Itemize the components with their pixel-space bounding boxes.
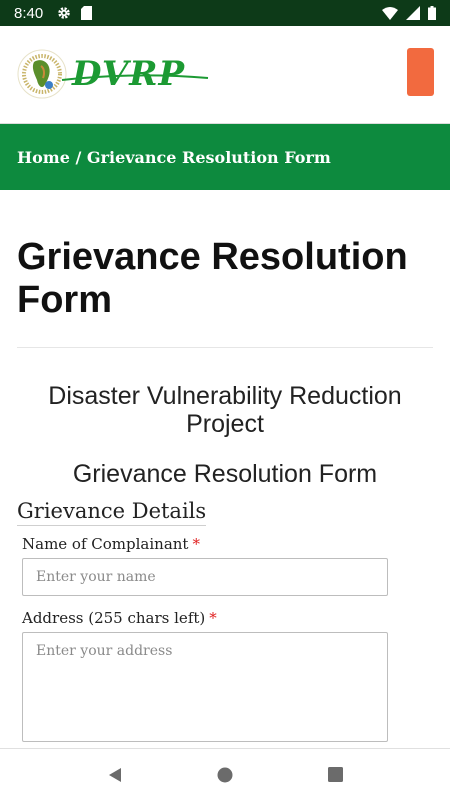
breadcrumb-current: Grievance Resolution Form: [86, 147, 331, 167]
site-header: DVRP: [0, 26, 450, 124]
menu-button[interactable]: [407, 48, 434, 96]
required-marker: *: [209, 609, 217, 627]
gear-icon: [58, 7, 70, 19]
recents-button[interactable]: [315, 755, 355, 795]
status-bar: 8:40: [0, 0, 450, 26]
address-label-text: Address (255 chars left): [22, 609, 206, 627]
breadcrumb-separator: /: [69, 147, 87, 167]
back-icon: [109, 767, 121, 782]
recents-icon: [327, 767, 343, 782]
home-icon: [217, 767, 233, 782]
breadcrumb-home-link[interactable]: Home: [17, 148, 70, 167]
name-field-label: Name of Complainant *: [22, 535, 200, 553]
section-legend-grievance-details: Grievance Details: [17, 499, 207, 526]
name-label-text: Name of Complainant: [22, 535, 189, 553]
breadcrumb: Home / Grievance Resolution Form: [0, 124, 450, 190]
battery-icon: [428, 6, 436, 20]
address-textarea[interactable]: [22, 632, 388, 742]
divider: [17, 347, 433, 348]
status-time: 8:40: [14, 4, 44, 22]
sd-card-icon: [81, 6, 93, 20]
address-field-label: Address (255 chars left) *: [22, 609, 217, 627]
logo-swoosh: [61, 74, 209, 81]
complainant-name-input[interactable]: [22, 558, 388, 596]
signal-icon: [406, 6, 420, 20]
page-title: Grievance Resolution Form: [17, 236, 408, 321]
back-button[interactable]: [95, 755, 135, 795]
form-title: Grievance Resolution Form: [72, 460, 378, 488]
required-marker: *: [192, 535, 200, 553]
wifi-icon: [382, 7, 398, 20]
home-button[interactable]: [205, 755, 245, 795]
system-nav-bar: [0, 748, 450, 800]
project-name: Disaster Vulnerability Reduction Project: [48, 382, 402, 438]
